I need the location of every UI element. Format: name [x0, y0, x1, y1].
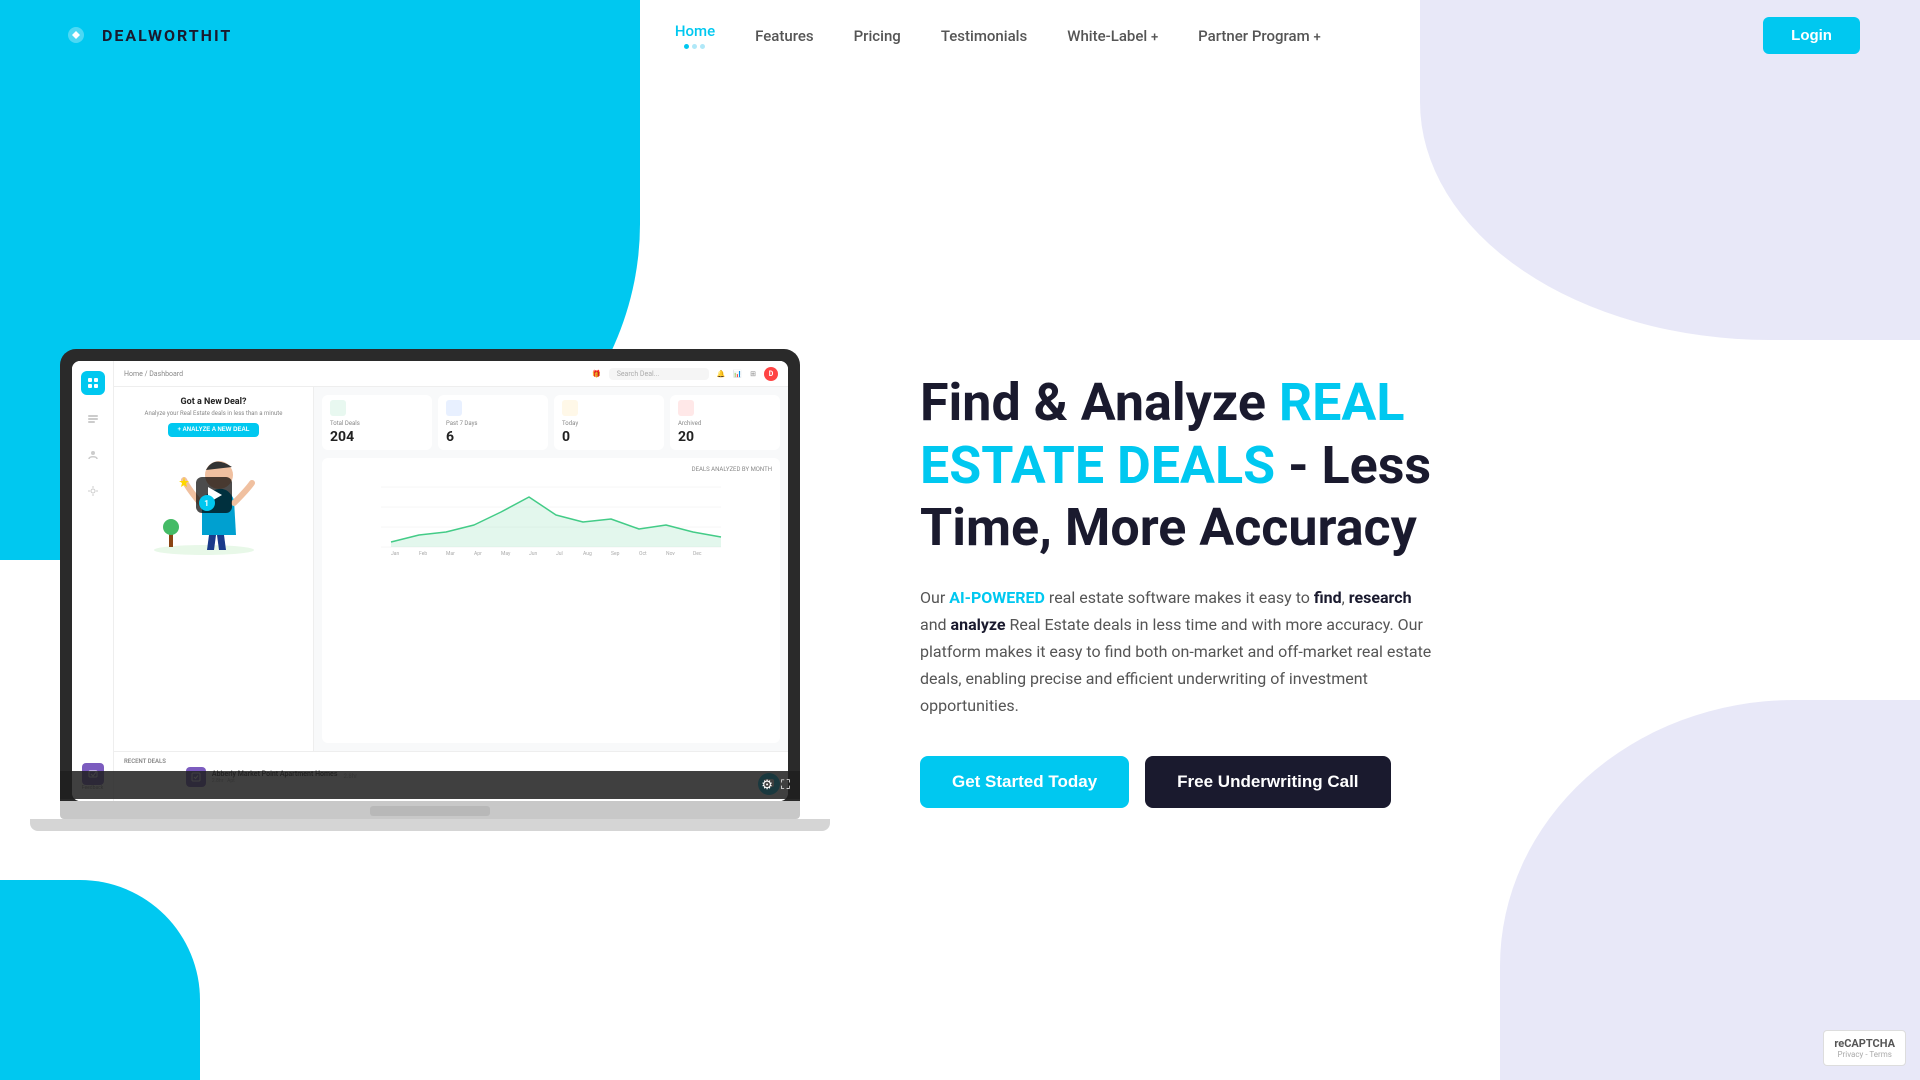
new-deal-heading: Got a New Deal?	[145, 397, 283, 407]
ai-powered-text: AI-POWERED	[949, 588, 1045, 607]
nav-dot-2	[692, 44, 697, 49]
svg-text:Jul: Jul	[556, 551, 563, 557]
dashboard: Feedback Home / Dashboard 🎁 Search Deal.…	[72, 361, 788, 801]
nav-link-white-label[interactable]: White-Label +	[1067, 27, 1158, 45]
dash-icon-deals	[81, 407, 105, 431]
login-button[interactable]: Login	[1763, 17, 1860, 54]
analyze-text: analyze	[951, 615, 1006, 634]
dash-search: Search Deal...	[609, 368, 709, 380]
stat-icon-total	[330, 400, 346, 416]
laptop-hinge	[60, 801, 800, 819]
laptop-base	[30, 819, 830, 831]
laptop-section: Feedback Home / Dashboard 🎁 Search Deal.…	[60, 349, 840, 831]
dash-icon-active	[81, 371, 105, 395]
badge-1: 1	[199, 495, 215, 511]
gift-icon: 🎁	[592, 370, 601, 378]
svg-text:Sep: Sep	[611, 551, 620, 557]
nav-link-home[interactable]: Home	[675, 22, 715, 40]
fullscreen-icon[interactable]: ⛶	[781, 778, 790, 793]
video-controls: ⚙ ⛶	[60, 771, 800, 799]
new-deal-panel: Got a New Deal? Analyze your Real Estate…	[145, 397, 283, 437]
dash-sidebar: Feedback	[72, 361, 114, 801]
nav-item-home[interactable]: Home	[675, 21, 715, 49]
research-text: research	[1349, 588, 1412, 607]
chart-icon: 📊	[733, 370, 742, 378]
nav-item-partner[interactable]: Partner Program +	[1198, 26, 1321, 45]
svg-text:May: May	[501, 551, 511, 557]
chart-title: DEALS ANALYZED BY MONTH	[330, 466, 772, 473]
stats-row: Total Deals 204 Past 7 Days 6	[322, 395, 780, 450]
user-avatar: D	[764, 367, 778, 381]
cta-buttons: Get Started Today Free Underwriting Call	[920, 756, 1800, 808]
dash-main: Home / Dashboard 🎁 Search Deal... 🔔 📊 ⊞ …	[114, 361, 788, 801]
svg-text:Nov: Nov	[666, 551, 675, 557]
dash-icon-settings	[81, 479, 105, 503]
main-content: Feedback Home / Dashboard 🎁 Search Deal.…	[0, 70, 1920, 1080]
analyze-button[interactable]: + ANALYZE A NEW DEAL	[168, 423, 260, 437]
hero-description: Our AI-POWERED real estate software make…	[920, 584, 1440, 720]
svg-text:Feb: Feb	[419, 551, 427, 557]
svg-text:Dec: Dec	[693, 551, 702, 557]
free-underwriting-button[interactable]: Free Underwriting Call	[1145, 756, 1390, 808]
dash-left-panel: Got a New Deal? Analyze your Real Estate…	[114, 387, 314, 751]
dash-icon-person	[81, 443, 105, 467]
navbar: DEALWORTHIT Home Features Pricing Testim…	[0, 0, 1920, 70]
dash-body: Got a New Deal? Analyze your Real Estate…	[114, 387, 788, 751]
recaptcha-logo: reCAPTCHA	[1834, 1037, 1895, 1050]
nav-item-testimonials[interactable]: Testimonials	[941, 26, 1027, 45]
logo-text: DEALWORTHIT	[102, 26, 232, 45]
nav-link-testimonials[interactable]: Testimonials	[941, 27, 1027, 45]
chart-area: DEALS ANALYZED BY MONTH	[322, 458, 780, 743]
svg-text:Mar: Mar	[446, 551, 455, 557]
nav-dot-1	[684, 44, 689, 49]
breadcrumb: Home / Dashboard	[124, 370, 183, 378]
recaptcha-badge: reCAPTCHA Privacy - Terms	[1823, 1030, 1906, 1066]
svg-text:Oct: Oct	[639, 551, 647, 557]
logo-icon	[60, 19, 92, 51]
dash-topbar: Home / Dashboard 🎁 Search Deal... 🔔 📊 ⊞ …	[114, 361, 788, 387]
nav-link-pricing[interactable]: Pricing	[854, 27, 901, 45]
nav-dot-3	[700, 44, 705, 49]
dash-right-panel: Total Deals 204 Past 7 Days 6	[314, 387, 788, 751]
nav-links: Home Features Pricing Testimonials White…	[675, 21, 1321, 49]
nav-item-pricing[interactable]: Pricing	[854, 26, 901, 45]
laptop-trackpad	[370, 806, 490, 816]
illustration-area: 1	[144, 445, 284, 545]
stat-today: Today 0	[554, 395, 664, 450]
svg-text:Aug: Aug	[583, 551, 592, 557]
stat-archived: Archived 20	[670, 395, 780, 450]
stat-icon-7	[446, 400, 462, 416]
get-started-button[interactable]: Get Started Today	[920, 756, 1129, 808]
laptop-outer: Feedback Home / Dashboard 🎁 Search Deal.…	[60, 349, 800, 801]
stat-past-7: Past 7 Days 6	[438, 395, 548, 450]
nav-link-partner[interactable]: Partner Program +	[1198, 27, 1321, 45]
hero-heading-part1: Find & Analyze	[920, 372, 1279, 433]
find-text: find	[1314, 588, 1342, 607]
nav-item-white-label[interactable]: White-Label +	[1067, 26, 1158, 45]
svg-text:Apr: Apr	[474, 551, 482, 557]
laptop-wrapper: Feedback Home / Dashboard 🎁 Search Deal.…	[60, 349, 800, 831]
recaptcha-links: Privacy - Terms	[1837, 1050, 1891, 1059]
stat-icon-archived	[678, 400, 694, 416]
hero-heading: Find & Analyze REALESTATE DEALS - LessTi…	[920, 372, 1800, 559]
stat-icon-today	[562, 400, 578, 416]
svg-text:Jan: Jan	[391, 551, 399, 557]
laptop-notch	[390, 349, 470, 361]
nav-item-features[interactable]: Features	[755, 26, 813, 45]
stat-total-deals: Total Deals 204	[322, 395, 432, 450]
logo-area: DEALWORTHIT	[60, 19, 232, 51]
laptop-screen: Feedback Home / Dashboard 🎁 Search Deal.…	[72, 361, 788, 801]
bell-icon: 🔔	[717, 370, 726, 378]
settings-icon[interactable]: ⚙	[761, 778, 773, 793]
svg-text:Jun: Jun	[529, 551, 538, 557]
deals-chart: Jan Feb Mar Apr May Jun Jul Aug	[330, 477, 772, 557]
hero-section: Find & Analyze REALESTATE DEALS - LessTi…	[840, 332, 1860, 847]
new-deal-sub: Analyze your Real Estate deals in less t…	[145, 410, 283, 417]
grid-icon: ⊞	[750, 370, 756, 378]
nav-link-features[interactable]: Features	[755, 27, 813, 45]
